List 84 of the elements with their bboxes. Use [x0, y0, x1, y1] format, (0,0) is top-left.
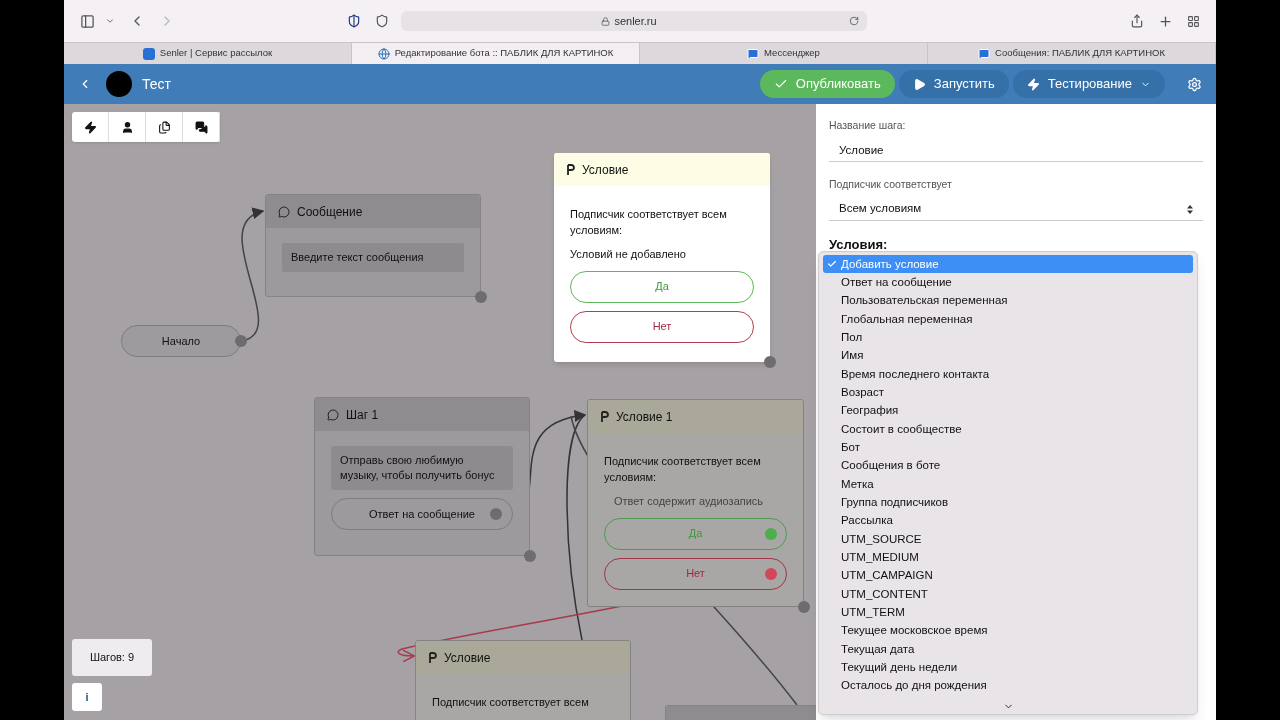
avatar [106, 71, 132, 97]
start-node[interactable]: Начало [121, 325, 241, 357]
browser-tab[interactable]: Редактирование бота :: ПАБЛИК ДЛЯ КАРТИНОК [352, 43, 640, 64]
node-title: Условие [582, 161, 629, 179]
play-icon [912, 77, 926, 91]
message-icon [327, 408, 339, 421]
info-button[interactable]: i [72, 683, 102, 711]
connection-port[interactable] [764, 356, 776, 368]
menu-item[interactable]: Возраст [823, 383, 1193, 402]
globe-icon [377, 47, 390, 60]
chat-bubbles-icon [194, 120, 208, 134]
menu-item[interactable]: Метка [823, 475, 1193, 494]
person-icon [120, 120, 134, 134]
sidebar-icon[interactable] [80, 13, 95, 29]
chat-icon [747, 47, 760, 60]
condition-node[interactable]: Условие Подписчик соответствует всем [415, 640, 631, 720]
settings-icon[interactable] [1187, 76, 1202, 92]
message-text: Введите текст сообщения [282, 243, 464, 272]
menu-item[interactable]: UTM_TERM [823, 603, 1193, 622]
condition-node[interactable]: Условие Подписчик соответствует всем условиям: Условий не добавлено Да Нет [554, 153, 770, 362]
node-title: Условие 1 [616, 408, 673, 426]
menu-item[interactable]: Пользовательская переменная [823, 291, 1193, 311]
menu-item[interactable]: Рассылка [823, 511, 1193, 531]
node-title: Условие [444, 649, 491, 667]
documents-icon [157, 120, 171, 134]
browser-tab[interactable]: Senler | Сервис рассылок [64, 43, 352, 64]
message-node[interactable]: Шаг 1 Отправь свою любимую музыку, чтобы получить бонус Ответ на сообщение [314, 397, 530, 556]
menu-item[interactable]: Бот [823, 438, 1193, 457]
condition-description: Подписчик соответствует всем условиям: [604, 454, 762, 485]
reload-icon[interactable] [849, 16, 859, 26]
address-bar[interactable]: senler.ru [401, 11, 867, 31]
menu-item[interactable]: Текущая дата [823, 640, 1193, 659]
menu-item[interactable]: Глобальная переменная [823, 310, 1193, 329]
step-name-field[interactable]: Условие [829, 139, 1203, 162]
vk-logo-icon [142, 47, 155, 60]
chevron-down-icon[interactable] [105, 16, 115, 26]
match-select[interactable]: Всем условиям [829, 198, 1203, 221]
menu-item[interactable]: Имя [823, 346, 1193, 366]
menu-item[interactable]: UTM_CONTENT [823, 585, 1193, 604]
test-button[interactable]: Тестирование [1012, 70, 1165, 98]
menu-item[interactable]: Пол [823, 328, 1193, 347]
bot-title: Тест [142, 74, 171, 94]
message-text: Отправь свою любимую музыку, чтобы получить бонус [331, 446, 513, 490]
menu-item[interactable]: Текущий день недели [823, 658, 1193, 677]
menu-item[interactable]: Состоит в сообществе [823, 420, 1193, 439]
node-title: Сообщение [297, 203, 363, 221]
lock-icon [601, 16, 611, 26]
menu-item[interactable]: UTM_SOURCE [823, 530, 1193, 549]
shield-icon[interactable] [375, 14, 389, 28]
check-icon [826, 259, 837, 270]
run-button[interactable]: Запустить [898, 70, 1009, 98]
condition-description: Подписчик соответствует всем условиям: [570, 207, 728, 238]
condition-description: Подписчик соответствует всем [432, 695, 590, 710]
steps-counter: Шагов: 9 [72, 639, 152, 676]
browser-tab[interactable]: Мессенджер [640, 43, 928, 64]
share-icon[interactable] [1130, 14, 1144, 28]
new-tab-icon[interactable] [1158, 13, 1173, 29]
menu-item[interactable]: География [823, 401, 1193, 421]
tabs-overview-icon[interactable] [1187, 14, 1200, 28]
field-label: Название шага: [829, 118, 907, 133]
empty-note: Условий не добавлено [570, 247, 687, 262]
select-arrows-icon [1187, 204, 1193, 214]
menu-item[interactable]: Текущее московское время [823, 621, 1193, 641]
field-label: Подписчик соответствует [829, 176, 953, 192]
check-icon [773, 77, 788, 91]
menu-item[interactable]: UTM_CAMPAIGN [823, 566, 1193, 586]
connection-port[interactable] [798, 601, 810, 613]
lightning-icon [83, 120, 97, 134]
menu-item[interactable]: UTM_MEDIUM [823, 548, 1193, 567]
menu-item[interactable]: Группа подписчиков [823, 493, 1193, 512]
conditions-heading: Условия: [829, 235, 889, 254]
url-text: senler.ru [614, 13, 657, 29]
browser-tab[interactable]: Сообщения: ПАБЛИК ДЛЯ КАРТИНОК [928, 43, 1216, 64]
shield-icon[interactable] [347, 14, 361, 28]
message-icon [278, 205, 290, 218]
condition-item: Ответ содержит аудиозапись [613, 494, 765, 509]
menu-item[interactable]: Сообщения в боте [823, 456, 1193, 476]
menu-item[interactable]: Ответ на сообщение [823, 273, 1193, 292]
lightning-icon [1026, 77, 1040, 91]
message-node[interactable]: Сообщение Введите текст сообщения [265, 194, 481, 297]
menu-item[interactable]: Время последнего контакта [823, 365, 1193, 384]
node-title: Шаг 1 [346, 406, 379, 424]
chat-icon [978, 47, 991, 60]
menu-item[interactable]: Осталось до дня рождения [823, 676, 1193, 696]
